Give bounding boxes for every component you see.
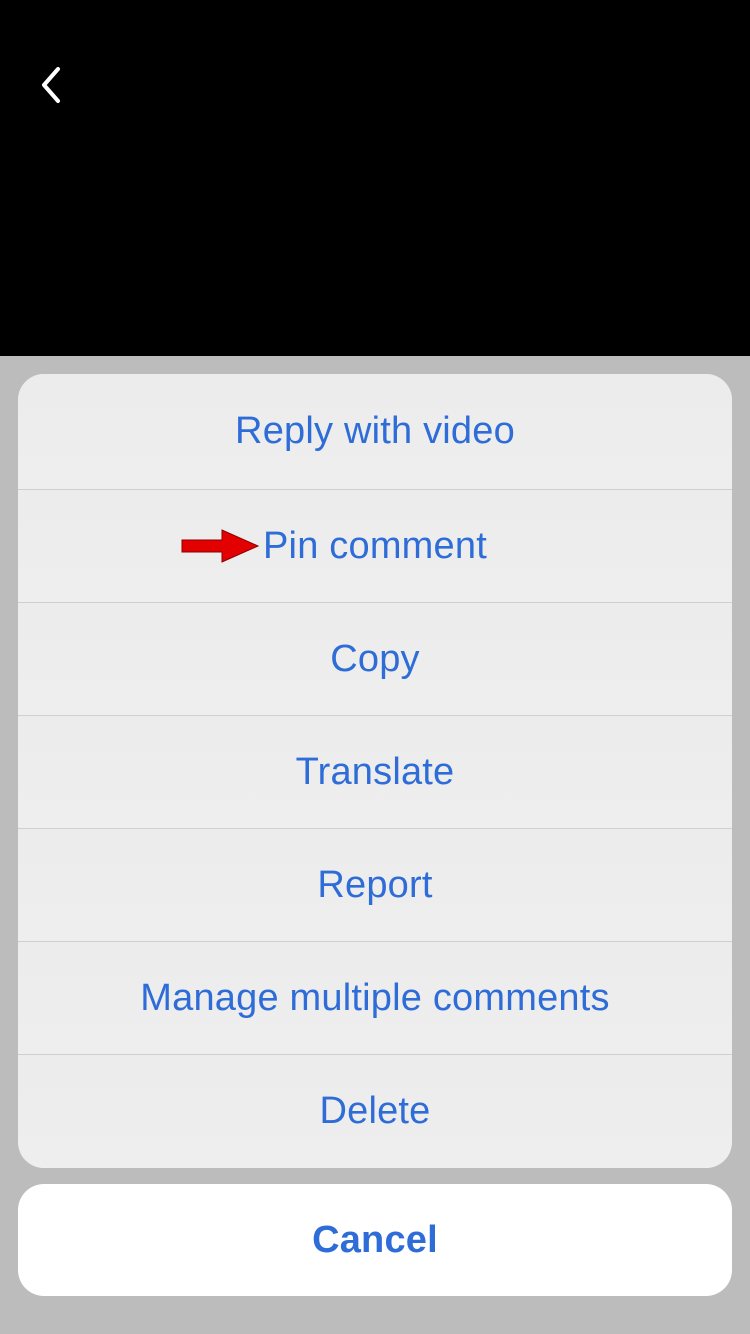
option-label: Translate [296, 751, 455, 794]
option-label: Reply with video [235, 410, 515, 453]
pin-comment-option[interactable]: Pin comment [18, 490, 732, 603]
watermark-text: www.deuaq.com [738, 542, 750, 629]
option-label: Report [317, 864, 432, 907]
video-background [0, 0, 750, 356]
option-label: Copy [330, 638, 420, 681]
back-button[interactable] [30, 60, 70, 110]
manage-multiple-comments-option[interactable]: Manage multiple comments [18, 942, 732, 1055]
action-sheet: Reply with video Pin comment Copy Transl… [18, 374, 732, 1168]
action-sheet-container: Reply with video Pin comment Copy Transl… [0, 356, 750, 1314]
delete-option[interactable]: Delete [18, 1055, 732, 1168]
arrow-right-icon [180, 526, 260, 566]
cancel-button[interactable]: Cancel [18, 1184, 732, 1296]
chevron-left-icon [38, 65, 62, 105]
annotation-arrow [180, 526, 260, 566]
reply-with-video-option[interactable]: Reply with video [18, 374, 732, 490]
translate-option[interactable]: Translate [18, 716, 732, 829]
option-label: Manage multiple comments [140, 977, 609, 1020]
option-label: Pin comment [263, 525, 487, 568]
option-label: Delete [319, 1090, 430, 1133]
report-option[interactable]: Report [18, 829, 732, 942]
cancel-label: Cancel [312, 1219, 438, 1262]
copy-option[interactable]: Copy [18, 603, 732, 716]
